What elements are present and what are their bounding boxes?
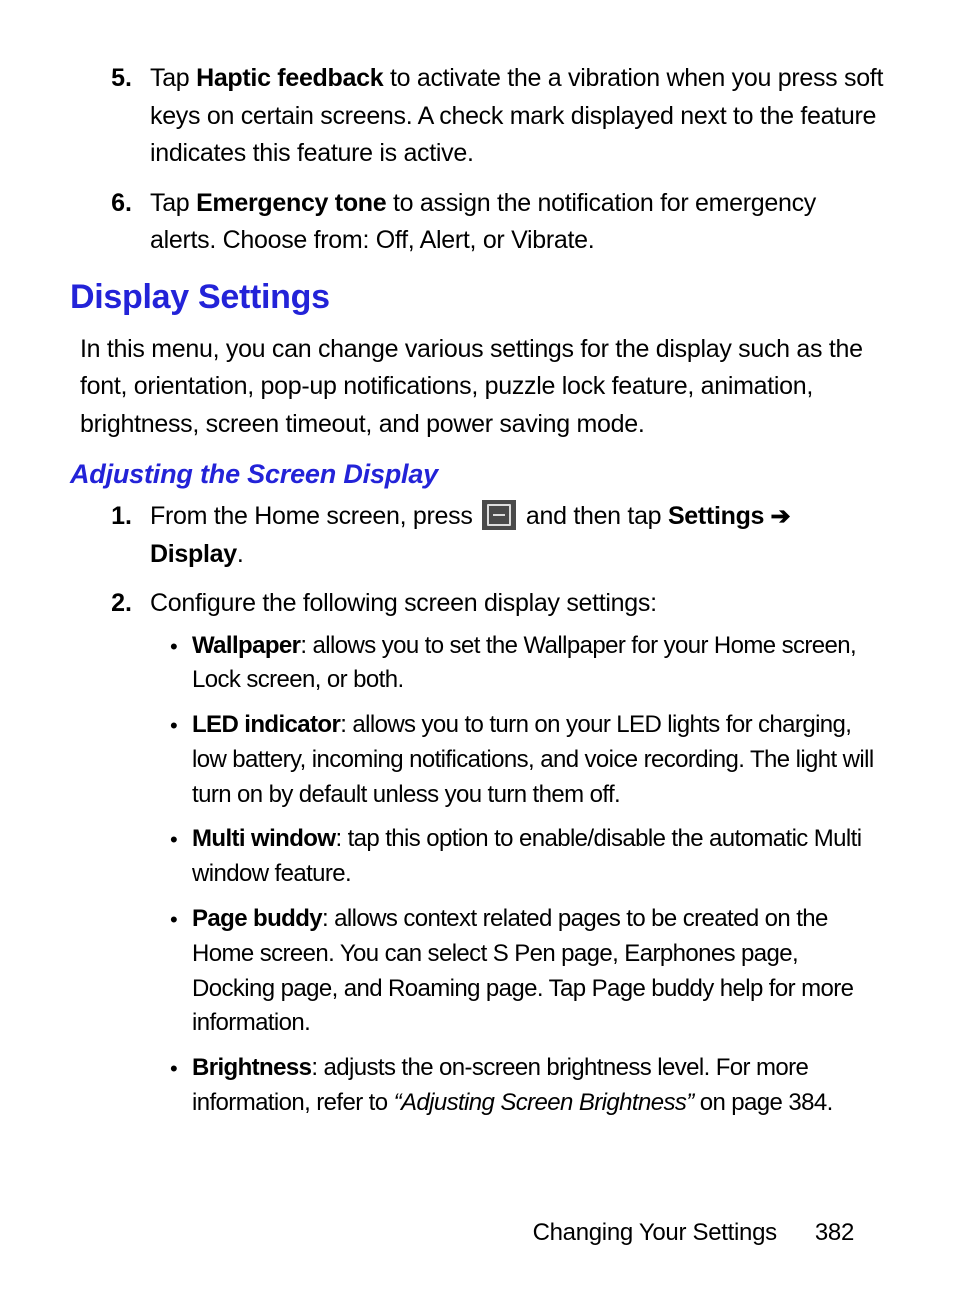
menu-icon [482, 500, 516, 530]
bullet-brightness: • Brightness: adjusts the on-screen brig… [170, 1051, 884, 1121]
bullet-mark: • [170, 1051, 192, 1121]
bullet-text: Brightness: adjusts the on-screen bright… [192, 1051, 884, 1121]
text: Configure the following screen display s… [150, 589, 657, 617]
bullet-mark: • [170, 708, 192, 812]
text-pre: Tap [150, 189, 196, 217]
list-item-6: 6. Tap Emergency tone to assign the noti… [100, 185, 884, 260]
text-pre: From the Home screen, press [150, 502, 479, 530]
text-bold: Haptic feedback [196, 64, 383, 92]
top-ordered-list: 5. Tap Haptic feedback to activate the a… [100, 60, 884, 260]
bullet-bold: Wallpaper [192, 632, 300, 659]
bullet-pagebuddy: • Page buddy: allows context related pag… [170, 902, 884, 1041]
bullet-bold: Multi window [192, 825, 335, 852]
bullet-text: LED indicator: allows you to turn on you… [192, 708, 884, 812]
text-end: . [237, 540, 244, 568]
bullet-text: Multi window: tap this option to enable/… [192, 822, 884, 892]
step-number: 2. [100, 585, 150, 1131]
bullet-bold: Page buddy [192, 905, 322, 932]
bullet-mark: • [170, 902, 192, 1041]
bullet-text: Wallpaper: allows you to set the Wallpap… [192, 629, 884, 699]
bullet-list: • Wallpaper: allows you to set the Wallp… [170, 629, 884, 1121]
list-item-5: 5. Tap Haptic feedback to activate the a… [100, 60, 884, 173]
footer-page-number: 382 [815, 1219, 854, 1247]
step-text: From the Home screen, press and then tap… [150, 498, 884, 573]
text-bold-settings: Settings [668, 502, 764, 530]
bullet-mark: • [170, 822, 192, 892]
bullet-multiwindow: • Multi window: tap this option to enabl… [170, 822, 884, 892]
bullet-mark: • [170, 629, 192, 699]
step-number: 1. [100, 498, 150, 573]
page-footer: Changing Your Settings 382 [533, 1219, 854, 1247]
text-pre: Tap [150, 64, 196, 92]
footer-chapter-title: Changing Your Settings [533, 1219, 777, 1247]
bullet-italic-ref: “Adjusting Screen Brightness” [394, 1089, 694, 1116]
text-bold-display: Display [150, 540, 237, 568]
section-intro: In this menu, you can change various set… [80, 331, 884, 444]
list-text: Tap Haptic feedback to activate the a vi… [150, 60, 884, 173]
bullet-bold: LED indicator [192, 711, 340, 738]
bullet-wallpaper: • Wallpaper: allows you to set the Wallp… [170, 629, 884, 699]
section-heading-display-settings: Display Settings [70, 278, 884, 317]
bullet-bold: Brightness [192, 1054, 311, 1081]
step-text: Configure the following screen display s… [150, 585, 884, 1131]
list-text: Tap Emergency tone to assign the notific… [150, 185, 884, 260]
list-number: 5. [100, 60, 150, 173]
list-number: 6. [100, 185, 150, 260]
bullet-led: • LED indicator: allows you to turn on y… [170, 708, 884, 812]
step-2: 2. Configure the following screen displa… [100, 585, 884, 1131]
step-1: 1. From the Home screen, press and then … [100, 498, 884, 573]
text-bold: Emergency tone [196, 189, 386, 217]
arrow-icon: ➔ [764, 503, 790, 530]
bullet-post: on page 384. [694, 1089, 833, 1116]
text-mid: and then tap [519, 502, 668, 530]
subheading-adjusting-screen-display: Adjusting the Screen Display [70, 459, 884, 490]
steps-list: 1. From the Home screen, press and then … [100, 498, 884, 1131]
bullet-text: Page buddy: allows context related pages… [192, 902, 884, 1041]
